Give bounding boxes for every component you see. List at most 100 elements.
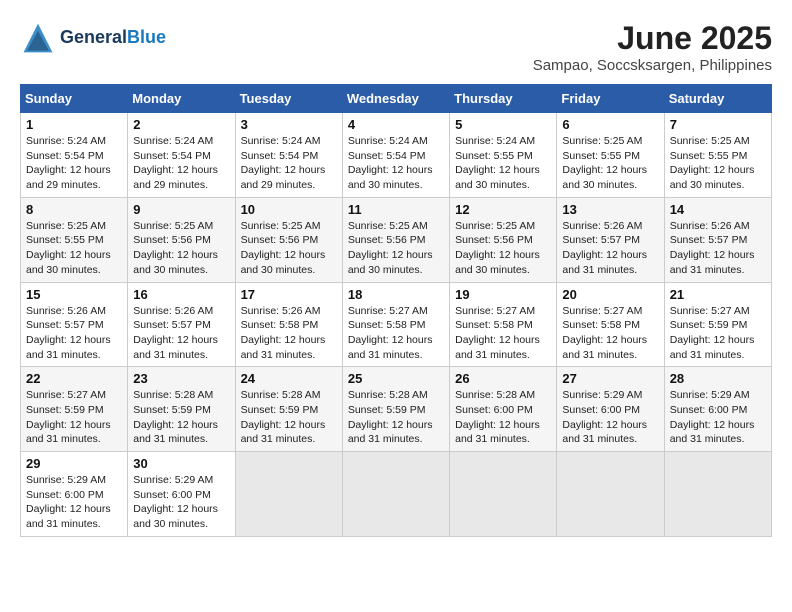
calendar-cell: 19 Sunrise: 5:27 AM Sunset: 5:58 PM Dayli… <box>450 282 557 367</box>
calendar-cell: 13 Sunrise: 5:26 AM Sunset: 5:57 PM Dayli… <box>557 197 664 282</box>
day-number: 13 <box>562 202 658 217</box>
day-info: Sunrise: 5:25 AM Sunset: 5:56 PM Dayligh… <box>241 219 337 278</box>
week-row-5: 29 Sunrise: 5:29 AM Sunset: 6:00 PM Dayli… <box>21 452 772 537</box>
day-number: 7 <box>670 117 766 132</box>
calendar-cell: 17Sunrise: 5:26 AM Sunset: 5:58 PM Dayli… <box>235 282 342 367</box>
day-info: Sunrise: 5:27 AM Sunset: 5:58 PM Dayligh… <box>348 304 444 363</box>
day-number: 21 <box>670 287 766 302</box>
day-number: 3 <box>241 117 337 132</box>
calendar-cell <box>664 452 771 537</box>
calendar-cell: 14Sunrise: 5:26 AM Sunset: 5:57 PM Dayli… <box>664 197 771 282</box>
day-number: 5 <box>455 117 551 132</box>
calendar-cell <box>235 452 342 537</box>
day-number: 2 <box>133 117 229 132</box>
calendar-cell: 11 Sunrise: 5:25 AM Sunset: 5:56 PM Dayli… <box>342 197 449 282</box>
week-row-1: 1 Sunrise: 5:24 AM Sunset: 5:54 PM Daylig… <box>21 113 772 198</box>
calendar-cell: 23 Sunrise: 5:28 AM Sunset: 5:59 PM Dayli… <box>128 367 235 452</box>
calendar-cell: 6Sunrise: 5:25 AM Sunset: 5:55 PM Daylig… <box>557 113 664 198</box>
calendar-subtitle: Sampao, Soccsksargen, Philippines <box>533 57 772 74</box>
calendar-cell: 21 Sunrise: 5:27 AM Sunset: 5:59 PM Dayli… <box>664 282 771 367</box>
day-info: Sunrise: 5:25 AM Sunset: 5:56 PM Dayligh… <box>348 219 444 278</box>
day-number: 16 <box>133 287 229 302</box>
calendar-cell: 5Sunrise: 5:24 AM Sunset: 5:55 PM Daylig… <box>450 113 557 198</box>
day-number: 18 <box>348 287 444 302</box>
calendar-cell: 12 Sunrise: 5:25 AM Sunset: 5:56 PM Dayli… <box>450 197 557 282</box>
day-info: Sunrise: 5:28 AM Sunset: 5:59 PM Dayligh… <box>241 388 337 447</box>
week-row-4: 22 Sunrise: 5:27 AM Sunset: 5:59 PM Dayli… <box>21 367 772 452</box>
calendar-cell: 9 Sunrise: 5:25 AM Sunset: 5:56 PM Daylig… <box>128 197 235 282</box>
weekday-header-thursday: Thursday <box>450 85 557 113</box>
day-info: Sunrise: 5:25 AM Sunset: 5:56 PM Dayligh… <box>133 219 229 278</box>
day-number: 6 <box>562 117 658 132</box>
calendar-cell: 28Sunrise: 5:29 AM Sunset: 6:00 PM Dayli… <box>664 367 771 452</box>
calendar-cell: 18 Sunrise: 5:27 AM Sunset: 5:58 PM Dayli… <box>342 282 449 367</box>
day-number: 23 <box>133 371 229 386</box>
day-number: 12 <box>455 202 551 217</box>
day-info: Sunrise: 5:24 AM Sunset: 5:54 PM Dayligh… <box>26 134 122 193</box>
day-info: Sunrise: 5:25 AM Sunset: 5:55 PM Dayligh… <box>670 134 766 193</box>
day-number: 30 <box>133 456 229 471</box>
day-number: 24 <box>241 371 337 386</box>
day-number: 8 <box>26 202 122 217</box>
day-info: Sunrise: 5:28 AM Sunset: 5:59 PM Dayligh… <box>133 388 229 447</box>
calendar-cell: 16 Sunrise: 5:26 AM Sunset: 5:57 PM Dayli… <box>128 282 235 367</box>
weekday-header-row: SundayMondayTuesdayWednesdayThursdayFrid… <box>21 85 772 113</box>
weekday-header-tuesday: Tuesday <box>235 85 342 113</box>
day-info: Sunrise: 5:25 AM Sunset: 5:55 PM Dayligh… <box>26 219 122 278</box>
weekday-header-wednesday: Wednesday <box>342 85 449 113</box>
calendar-table: SundayMondayTuesdayWednesdayThursdayFrid… <box>20 84 772 537</box>
calendar-cell: 22 Sunrise: 5:27 AM Sunset: 5:59 PM Dayli… <box>21 367 128 452</box>
day-info: Sunrise: 5:28 AM Sunset: 5:59 PM Dayligh… <box>348 388 444 447</box>
calendar-cell: 1 Sunrise: 5:24 AM Sunset: 5:54 PM Daylig… <box>21 113 128 198</box>
calendar-cell: 8 Sunrise: 5:25 AM Sunset: 5:55 PM Daylig… <box>21 197 128 282</box>
day-number: 9 <box>133 202 229 217</box>
logo: GeneralBlue <box>20 20 166 56</box>
day-info: Sunrise: 5:27 AM Sunset: 5:58 PM Dayligh… <box>562 304 658 363</box>
calendar-cell <box>557 452 664 537</box>
weekday-header-sunday: Sunday <box>21 85 128 113</box>
day-number: 27 <box>562 371 658 386</box>
weekday-header-monday: Monday <box>128 85 235 113</box>
day-number: 22 <box>26 371 122 386</box>
day-info: Sunrise: 5:24 AM Sunset: 5:54 PM Dayligh… <box>133 134 229 193</box>
calendar-cell: 25Sunrise: 5:28 AM Sunset: 5:59 PM Dayli… <box>342 367 449 452</box>
day-number: 4 <box>348 117 444 132</box>
day-number: 19 <box>455 287 551 302</box>
day-info: Sunrise: 5:27 AM Sunset: 5:58 PM Dayligh… <box>455 304 551 363</box>
calendar-cell: 20Sunrise: 5:27 AM Sunset: 5:58 PM Dayli… <box>557 282 664 367</box>
week-row-3: 15 Sunrise: 5:26 AM Sunset: 5:57 PM Dayli… <box>21 282 772 367</box>
day-number: 26 <box>455 371 551 386</box>
day-info: Sunrise: 5:26 AM Sunset: 5:57 PM Dayligh… <box>26 304 122 363</box>
calendar-cell: 10Sunrise: 5:25 AM Sunset: 5:56 PM Dayli… <box>235 197 342 282</box>
logo-text: GeneralBlue <box>60 28 166 48</box>
calendar-cell <box>342 452 449 537</box>
day-number: 17 <box>241 287 337 302</box>
day-info: Sunrise: 5:26 AM Sunset: 5:57 PM Dayligh… <box>133 304 229 363</box>
calendar-cell: 2 Sunrise: 5:24 AM Sunset: 5:54 PM Daylig… <box>128 113 235 198</box>
day-info: Sunrise: 5:28 AM Sunset: 6:00 PM Dayligh… <box>455 388 551 447</box>
day-number: 15 <box>26 287 122 302</box>
day-info: Sunrise: 5:29 AM Sunset: 6:00 PM Dayligh… <box>26 473 122 532</box>
day-number: 11 <box>348 202 444 217</box>
day-number: 1 <box>26 117 122 132</box>
day-info: Sunrise: 5:27 AM Sunset: 5:59 PM Dayligh… <box>26 388 122 447</box>
calendar-cell: 15 Sunrise: 5:26 AM Sunset: 5:57 PM Dayli… <box>21 282 128 367</box>
day-info: Sunrise: 5:26 AM Sunset: 5:57 PM Dayligh… <box>670 219 766 278</box>
week-row-2: 8 Sunrise: 5:25 AM Sunset: 5:55 PM Daylig… <box>21 197 772 282</box>
day-info: Sunrise: 5:25 AM Sunset: 5:56 PM Dayligh… <box>455 219 551 278</box>
calendar-cell: 3 Sunrise: 5:24 AM Sunset: 5:54 PM Daylig… <box>235 113 342 198</box>
header: GeneralBlue June 2025 Sampao, Soccsksarg… <box>20 20 772 74</box>
calendar-cell: 7 Sunrise: 5:25 AM Sunset: 5:55 PM Daylig… <box>664 113 771 198</box>
logo-icon <box>20 20 56 56</box>
day-info: Sunrise: 5:29 AM Sunset: 6:00 PM Dayligh… <box>562 388 658 447</box>
day-info: Sunrise: 5:24 AM Sunset: 5:54 PM Dayligh… <box>348 134 444 193</box>
day-number: 29 <box>26 456 122 471</box>
day-info: Sunrise: 5:26 AM Sunset: 5:57 PM Dayligh… <box>562 219 658 278</box>
weekday-header-friday: Friday <box>557 85 664 113</box>
calendar-cell: 26 Sunrise: 5:28 AM Sunset: 6:00 PM Dayli… <box>450 367 557 452</box>
day-info: Sunrise: 5:24 AM Sunset: 5:54 PM Dayligh… <box>241 134 337 193</box>
day-info: Sunrise: 5:27 AM Sunset: 5:59 PM Dayligh… <box>670 304 766 363</box>
calendar-cell: 4 Sunrise: 5:24 AM Sunset: 5:54 PM Daylig… <box>342 113 449 198</box>
calendar-cell <box>450 452 557 537</box>
title-area: June 2025 Sampao, Soccsksargen, Philippi… <box>533 20 772 74</box>
